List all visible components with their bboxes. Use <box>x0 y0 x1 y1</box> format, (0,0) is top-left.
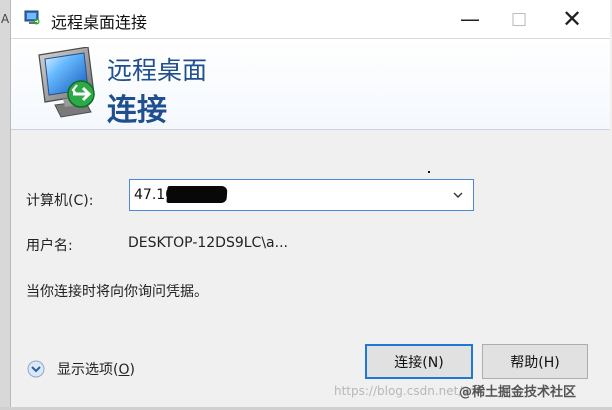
show-options-button[interactable]: 显示选项(O) <box>27 357 135 381</box>
watermark-brand: @稀土掘金技术社区 <box>459 385 577 400</box>
username-label: 用户名: <box>26 238 73 254</box>
show-options-prefix: 显示选项( <box>57 362 119 378</box>
show-options-suffix: ) <box>129 362 135 378</box>
close-button[interactable]: ✕ <box>557 4 587 34</box>
computer-label: 计算机(C): <box>26 193 94 209</box>
computer-combobox[interactable] <box>129 179 474 211</box>
chevron-down-circle-icon[interactable] <box>27 360 45 378</box>
chevron-down-icon[interactable] <box>451 188 465 202</box>
remote-desktop-connection-window: 远程桌面连接 — □ ✕ 远程桌面 连接 计算机(C): 47.10 用户名: … <box>10 0 610 410</box>
banner-subtitle: 连接 <box>107 93 167 128</box>
banner-title: 远程桌面 <box>107 56 208 85</box>
remote-desktop-title-icon <box>24 10 40 25</box>
redacted-computer-address <box>166 186 228 203</box>
window-title: 远程桌面连接 <box>51 13 148 32</box>
screen: A 远程桌面连接 — □ ✕ 远程桌面 连接 计算机(C): 47.10 用户名… <box>0 0 612 410</box>
background-window-edge-text: A <box>1 12 10 26</box>
background-window-edge: A <box>0 0 10 410</box>
show-options-hotkey: O <box>118 362 130 378</box>
cursor-dot <box>428 171 430 173</box>
remote-desktop-monitor-icon <box>38 47 95 118</box>
username-value: DESKTOP-12DS9LC\a... <box>128 235 288 251</box>
show-options-label: 显示选项(O) <box>57 359 135 379</box>
connect-button[interactable]: 连接(N) <box>365 344 473 379</box>
credential-note: 当你连接时将向你询问凭据。 <box>26 284 208 300</box>
watermark-url: https://blog.csdn.net/w <box>334 384 473 398</box>
header-banner: 远程桌面 连接 <box>11 38 610 130</box>
minimize-button[interactable]: — <box>455 4 485 34</box>
title-bar[interactable]: 远程桌面连接 — □ ✕ <box>11 0 610 38</box>
maximize-button[interactable]: □ <box>504 4 534 34</box>
help-button[interactable]: 帮助(H) <box>482 344 588 379</box>
